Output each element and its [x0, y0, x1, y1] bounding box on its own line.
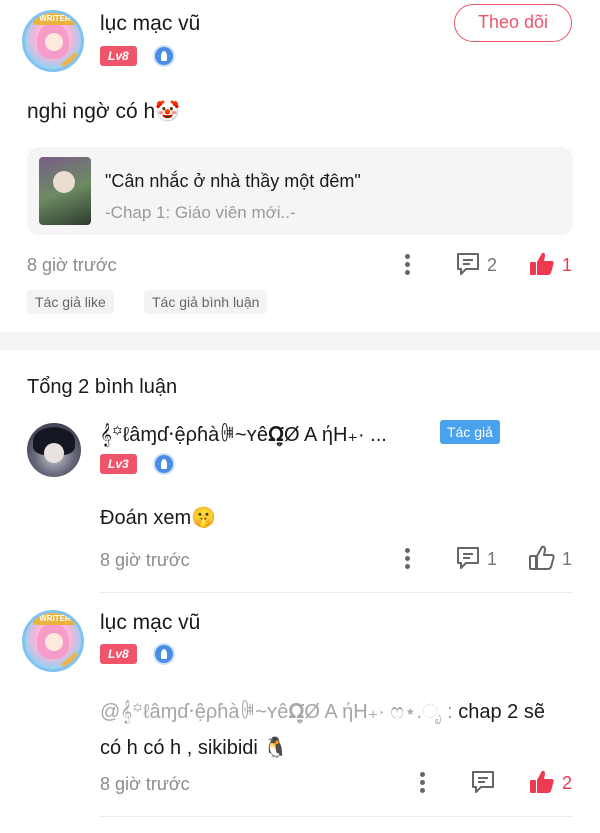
- writer-banner: WRITER: [33, 13, 77, 25]
- total-comments-label: Tổng 2 bình luận: [27, 376, 178, 398]
- like-count: 1: [562, 549, 573, 569]
- writer-banner: WRITER: [33, 613, 77, 625]
- post-text: nghi ngờ có h🤡: [27, 99, 180, 124]
- chapter-reference-card[interactable]: "Cân nhắc ở nhà thầy một đêm" -Chap 1: G…: [27, 147, 573, 235]
- section-divider: [0, 332, 600, 350]
- comment-time: 8 giờ trước: [100, 550, 190, 570]
- more-options-icon[interactable]: [420, 771, 426, 795]
- penguin-emoji: 🐧: [263, 737, 289, 759]
- commenter-avatar[interactable]: WRITER: [22, 610, 84, 672]
- post-author-avatar[interactable]: WRITER: [22, 10, 84, 72]
- thumbs-up-icon[interactable]: [528, 768, 556, 796]
- comment-time: 8 giờ trước: [100, 774, 190, 794]
- rank-icon: [153, 45, 175, 67]
- comment-text: @𝄞꙳ℓâɱɗ‧ệρɦàꍲ~ʏê𝛀̤̥̣̈Ø A ήH₊· ෆ⋆.ೃ : cha…: [100, 694, 570, 766]
- comment-text-content: Đoán xem: [100, 507, 192, 529]
- clown-emoji: 🤡: [155, 101, 181, 123]
- like-count: 2: [562, 773, 573, 793]
- post-text-content: nghi ngờ có h: [27, 100, 156, 123]
- comment-text: Đoán xem🤫: [100, 505, 216, 530]
- avatar-face: [45, 633, 63, 651]
- author-commented-tag: Tác giả bình luận: [144, 290, 268, 314]
- more-options-icon[interactable]: [405, 253, 411, 277]
- commenter-name[interactable]: lục mạc vũ: [100, 611, 200, 635]
- thumbs-up-outline-icon[interactable]: [528, 544, 556, 572]
- follow-button[interactable]: Theo dõi: [454, 4, 572, 42]
- avatar-face: [44, 443, 64, 463]
- author-liked-tag: Tác giả like: [27, 290, 114, 314]
- reply-count: 1: [487, 549, 498, 569]
- rank-icon: [153, 643, 175, 665]
- rank-icon: [153, 453, 175, 475]
- more-options-icon[interactable]: [405, 547, 411, 571]
- comment-icon[interactable]: [455, 251, 481, 277]
- level-badge: Lv3: [100, 454, 137, 474]
- level-badge: Lv8: [100, 644, 137, 664]
- chapter-reference-title: "Cân nhắc ở nhà thầy một đêm": [105, 171, 361, 191]
- shushing-emoji: 🤫: [191, 507, 217, 529]
- avatar-face: [45, 33, 63, 51]
- post-author-name[interactable]: lục mạc vũ: [100, 12, 200, 36]
- comment-divider: [100, 592, 573, 593]
- thumbs-up-icon[interactable]: [528, 250, 556, 278]
- comment-divider: [100, 816, 573, 817]
- comment-count: 2: [487, 255, 498, 275]
- reply-icon[interactable]: [470, 769, 496, 795]
- chapter-thumbnail: [39, 157, 91, 225]
- author-tag: Tác giả: [440, 420, 500, 444]
- chapter-reference-subtitle: -Chap 1: Giáo viên mới..-: [105, 203, 296, 222]
- reply-icon[interactable]: [455, 545, 481, 571]
- commenter-name[interactable]: 𝄞꙳ℓâɱɗ‧ệρɦàꍲ~ʏê𝛀̤̥̣̈Ø A ήH₊· ...: [100, 420, 387, 447]
- level-badge: Lv8: [100, 46, 137, 66]
- commenter-avatar[interactable]: [27, 423, 81, 477]
- like-count: 1: [562, 255, 573, 275]
- post-time: 8 giờ trước: [27, 255, 117, 275]
- user-mention[interactable]: @𝄞꙳ℓâɱɗ‧ệρɦàꍲ~ʏê𝛀̤̥̣̈Ø A ήH₊· ෆ⋆.ೃ :: [100, 701, 458, 723]
